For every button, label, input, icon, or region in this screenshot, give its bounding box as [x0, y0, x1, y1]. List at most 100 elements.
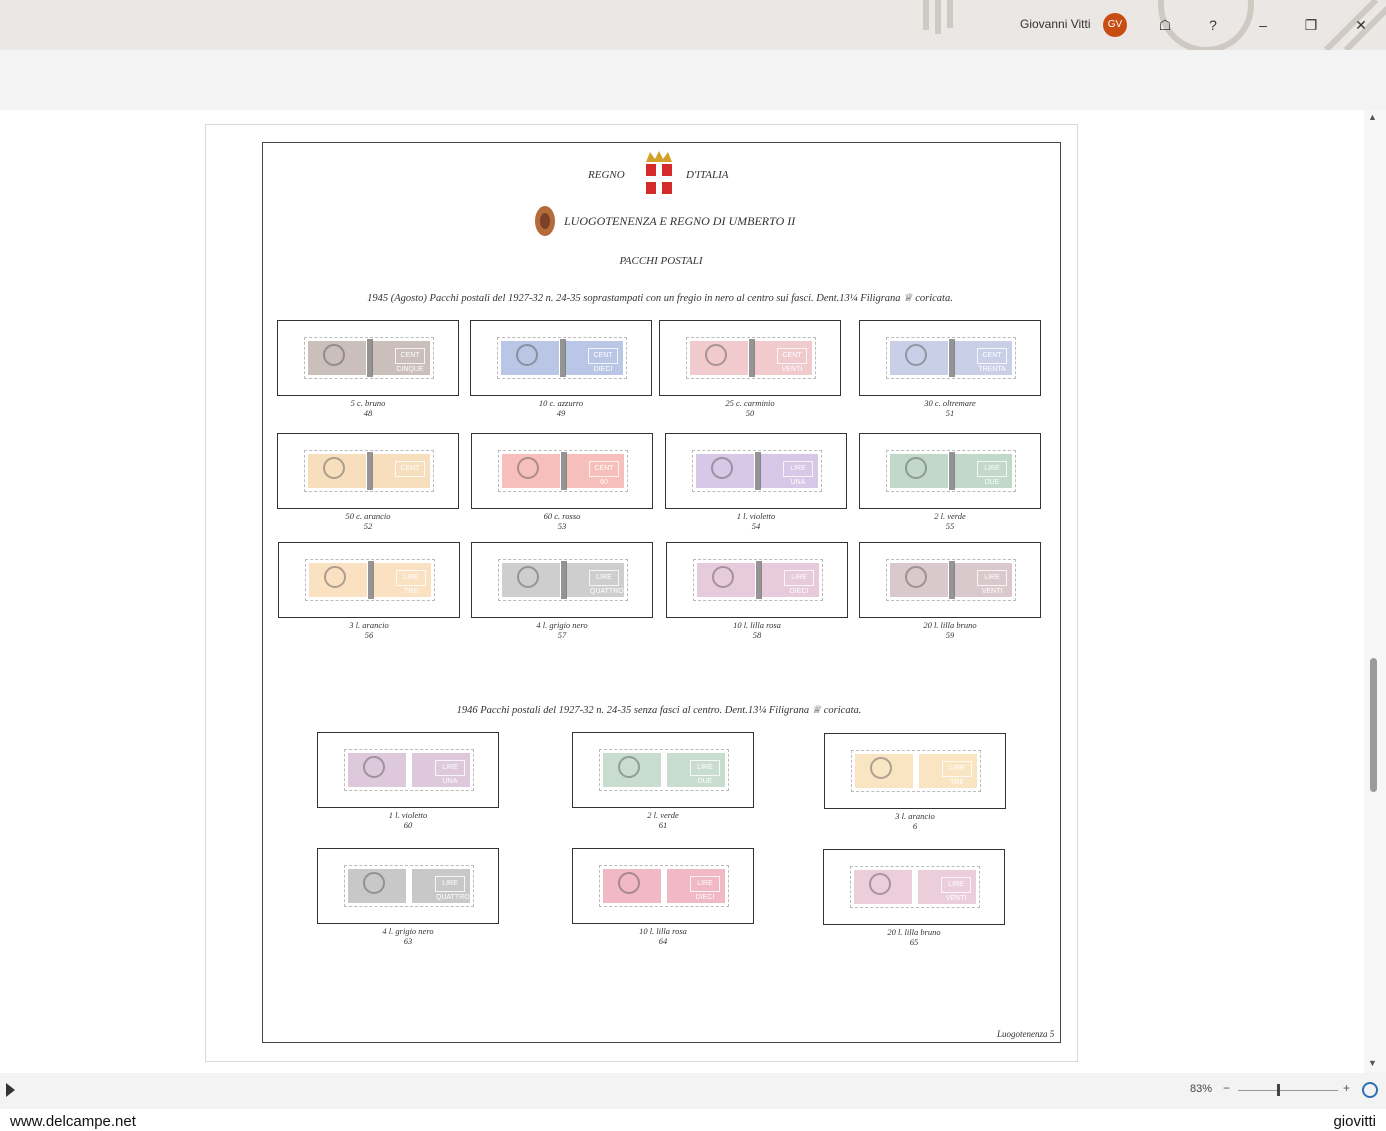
stamp-value-label: LIRE DIECI — [784, 570, 814, 595]
catalogue-number: 55 — [945, 521, 955, 531]
stamp-value-label: CENT — [395, 461, 425, 477]
stamp-box: LIRE DUE — [572, 732, 754, 808]
stamp-box: LIRE TRE — [824, 733, 1006, 809]
eagle-emblem-icon — [363, 872, 385, 894]
eagle-emblem-icon — [618, 756, 640, 778]
fascio-overprint — [560, 339, 566, 377]
stamp-box: LIRE DIECI — [666, 542, 848, 618]
stamp-box: LIRE QUATTRO — [471, 542, 653, 618]
section-title: PACCHI POSTALI — [619, 255, 703, 267]
catalogue-number: 48 — [363, 408, 373, 418]
fascio-overprint — [561, 452, 567, 490]
eagle-emblem-icon — [905, 344, 927, 366]
feedback-icon[interactable]: ☖ — [1152, 12, 1178, 38]
catalogue-number: 61 — [658, 820, 668, 830]
help-icon[interactable]: ? — [1200, 12, 1226, 38]
stamp-box: CENT 60 — [471, 433, 653, 509]
stamp-caption: 10 c. azzurro — [538, 398, 584, 408]
eagle-emblem-icon — [517, 566, 539, 588]
catalogue-number: 51 — [945, 408, 955, 418]
minimize-icon[interactable]: – — [1250, 12, 1276, 38]
eagle-emblem-icon — [324, 566, 346, 588]
stamp-image: LIRE TRE — [305, 559, 435, 601]
eagle-emblem-icon — [516, 344, 538, 366]
scroll-thumb[interactable] — [1370, 658, 1377, 792]
site-name: www.delcampe.net — [10, 1113, 136, 1130]
eagle-emblem-icon — [517, 457, 539, 479]
zoom-out-button[interactable]: − — [1223, 1081, 1230, 1095]
fascio-overprint — [949, 561, 955, 599]
zoom-slider-handle[interactable] — [1277, 1084, 1280, 1096]
play-icon[interactable] — [6, 1083, 15, 1097]
stamp-caption: 3 l. arancio — [349, 620, 389, 630]
stamp-image: LIRE DIECI — [693, 559, 823, 601]
fascio-overprint — [949, 452, 955, 490]
catalogue-number: 52 — [363, 521, 373, 531]
stamp-box: LIRE DUE — [859, 433, 1041, 509]
restore-icon[interactable]: ❐ — [1298, 12, 1324, 38]
stamp-value-label: LIRE DUE — [690, 760, 720, 785]
header-left: REGNO — [588, 169, 625, 181]
stamp-caption: 20 l. lilla bruno — [887, 927, 941, 937]
stamp-image: LIRE VENTI — [850, 866, 980, 908]
fascio-overprint — [367, 339, 373, 377]
catalogue-number: 50 — [745, 408, 755, 418]
fascio-overprint — [949, 339, 955, 377]
stamp-image: LIRE UNA — [692, 450, 822, 492]
fascio-overprint — [756, 561, 762, 599]
stamp-image: CENT TRENTA — [886, 337, 1016, 379]
stamp-caption: 4 l. grigio nero — [536, 620, 588, 630]
avatar[interactable]: GV — [1103, 13, 1127, 37]
catalogue-number: 56 — [364, 630, 374, 640]
stamp-value-label: LIRE VENTI — [941, 877, 971, 902]
vertical-scrollbar[interactable]: ▲ ▼ — [1364, 110, 1386, 1073]
stamp-box: LIRE QUATTRO — [317, 848, 499, 924]
eagle-emblem-icon — [712, 566, 734, 588]
stamp-caption: 2 l. verde — [934, 511, 966, 521]
stamp-box: CENT DIECI — [470, 320, 652, 396]
stamp-value-label: LIRE DIECI — [690, 876, 720, 901]
description-1945: 1945 (Agosto) Pacchi postali del 1927-32… — [367, 293, 953, 304]
catalogue-number: 54 — [751, 521, 761, 531]
scroll-down-icon[interactable]: ▼ — [1368, 1058, 1377, 1068]
stamp-box: LIRE VENTI — [823, 849, 1005, 925]
close-icon[interactable]: ✕ — [1348, 12, 1374, 38]
stamp-caption: 20 l. lilla bruno — [923, 620, 977, 630]
zoom-level[interactable]: 83% — [1190, 1083, 1212, 1095]
stamp-caption: 5 c. bruno — [350, 398, 386, 408]
zoom-slider[interactable] — [1238, 1090, 1338, 1091]
status-bar: 83% − + — [0, 1073, 1386, 1109]
stamp-image: LIRE QUATTRO — [498, 559, 628, 601]
stamp-caption: 60 c. rosso — [543, 511, 581, 521]
stamp-caption: 25 c. carminio — [725, 398, 775, 408]
savoy-crown-shield-icon — [646, 151, 672, 194]
fit-to-window-icon[interactable] — [1362, 1082, 1378, 1098]
title-bar: Giovanni Vitti GV ☖ ? – ❐ ✕ — [0, 0, 1386, 50]
stamp-image: CENT CINQUE — [304, 337, 434, 379]
stamp-image: LIRE DUE — [886, 450, 1016, 492]
stamp-box: LIRE VENTI — [859, 542, 1041, 618]
stamp-box: LIRE UNA — [665, 433, 847, 509]
catalogue-number: 58 — [752, 630, 762, 640]
stamp-value-label: CENT CINQUE — [395, 348, 425, 373]
eagle-emblem-icon — [363, 756, 385, 778]
stamp-value-label: LIRE TRE — [942, 761, 972, 786]
stamp-box: LIRE DIECI — [572, 848, 754, 924]
coat-of-arms-icon — [535, 206, 555, 236]
stamp-value-label: LIRE QUATTRO — [435, 876, 470, 901]
eagle-emblem-icon — [870, 757, 892, 779]
header-right: D'ITALIA — [686, 169, 729, 181]
stamp-box: CENT CINQUE — [277, 320, 459, 396]
stamp-image: CENT VENTI — [686, 337, 816, 379]
description-1946: 1946 Pacchi postali del 1927-32 n. 24-35… — [456, 705, 862, 716]
catalogue-number: 60 — [403, 820, 413, 830]
stamp-box: CENT TRENTA — [859, 320, 1041, 396]
stamp-value-label: LIRE QUATTRO — [589, 570, 624, 595]
ribbon — [0, 50, 1386, 110]
stamp-caption: 4 l. grigio nero — [382, 926, 434, 936]
scroll-up-icon[interactable]: ▲ — [1368, 112, 1377, 122]
seller-name: giovitti — [1333, 1113, 1376, 1130]
zoom-in-button[interactable]: + — [1343, 1081, 1350, 1095]
stamp-box: CENT — [277, 433, 459, 509]
catalogue-number: 6 — [912, 821, 918, 831]
